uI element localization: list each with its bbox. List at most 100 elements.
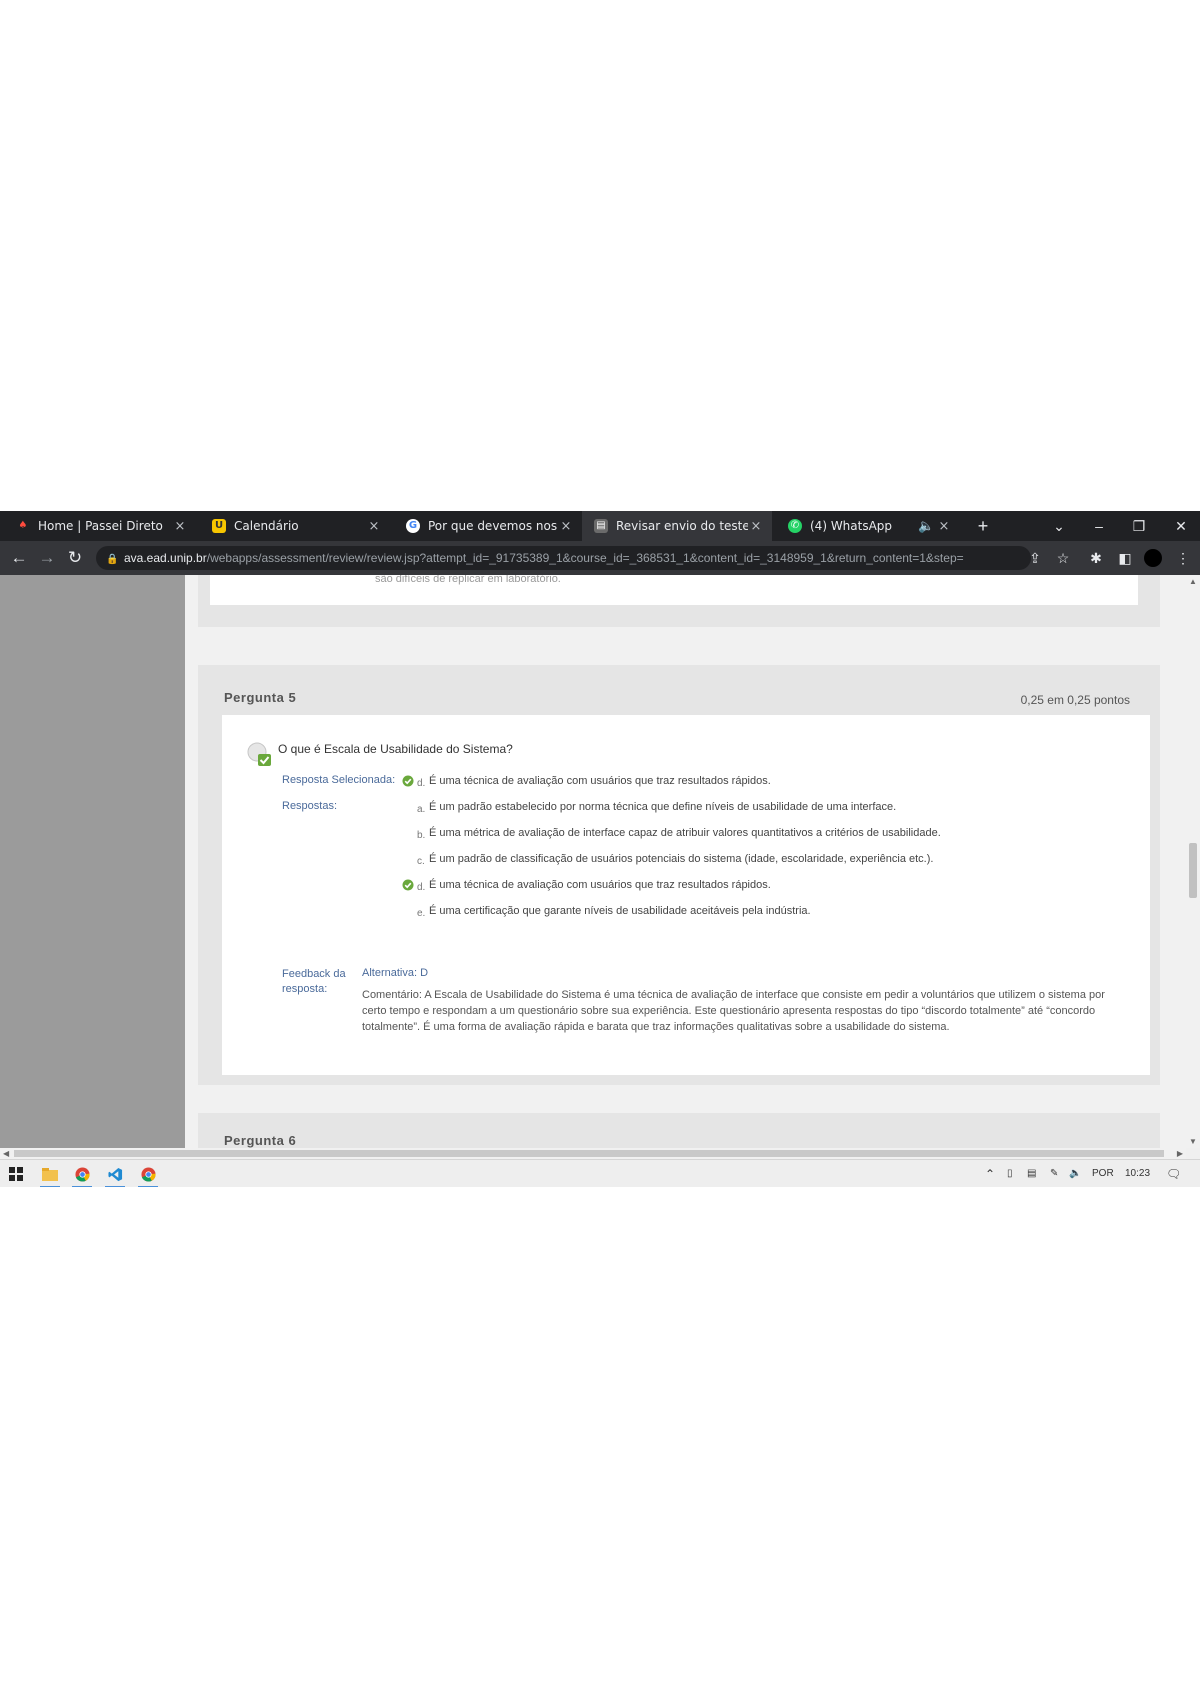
close-icon[interactable]: × (936, 519, 952, 534)
input-language[interactable]: POR (1092, 1160, 1114, 1187)
previous-feedback-tail: são difíceis de replicar em laboratório. (375, 575, 561, 585)
option-letter: d. (417, 777, 426, 789)
address-bar[interactable]: 🔒 ava.ead.unip.br/webapps/assessment/revi… (96, 546, 1031, 570)
selected-answer-label: Resposta Selecionada: (282, 774, 396, 786)
pen-icon[interactable]: ✎ (1050, 1160, 1058, 1187)
scroll-up-arrow-icon[interactable]: ▲ (1186, 577, 1200, 586)
scroll-right-arrow-icon[interactable]: ▶ (1177, 1148, 1183, 1159)
windows-taskbar: ⌃ ▯ ▤ ✎ 🔈 POR 10:23 🗨 (0, 1159, 1200, 1187)
correct-check-icon (402, 775, 414, 787)
correct-check-icon (402, 879, 414, 891)
tab-title: Por que devemos nos preoc (428, 519, 558, 533)
option-text: É um padrão de classificação de usuários… (429, 853, 934, 865)
answer-option-b: b. É uma métrica de avaliação de interfa… (402, 825, 941, 841)
feedback-label: Feedback da resposta: (282, 968, 346, 995)
page-viewport: são difíceis de replicar em laboratório.… (0, 575, 1186, 1148)
answer-option-a: a. É um padrão estabelecido por norma té… (402, 799, 896, 815)
maximize-button[interactable]: ❐ (1126, 511, 1152, 541)
back-icon[interactable]: ← (6, 541, 32, 575)
option-letter: c. (417, 855, 425, 867)
tab-title: Calendário (234, 519, 299, 533)
minimize-button[interactable]: – (1086, 511, 1112, 541)
extensions-puzzle-icon[interactable]: ✱ (1085, 541, 1107, 575)
option-text: É um padrão estabelecido por norma técni… (429, 801, 897, 813)
whatsapp-icon: ✆ (788, 519, 802, 533)
screenshot: ♠ Home | Passei Direto × U Calendário × … (0, 511, 1200, 1187)
lock-icon: 🔒 (106, 554, 119, 565)
chrome-icon[interactable] (134, 1160, 162, 1187)
close-icon[interactable]: × (172, 519, 188, 534)
review-content: são difíceis de replicar em laboratório.… (185, 575, 1186, 1148)
tab-title: (4) WhatsApp (810, 519, 893, 533)
scroll-left-arrow-icon[interactable]: ◀ (3, 1148, 9, 1159)
question-points: 0,25 em 0,25 pontos (1020, 693, 1130, 707)
tab-passei-direto[interactable]: ♠ Home | Passei Direto × (0, 511, 196, 541)
answer-option-c: c. É um padrão de classificação de usuár… (402, 851, 933, 867)
question-card: Pergunta 5 0,25 em 0,25 pontos O que é E… (198, 665, 1160, 1085)
clock-time[interactable]: 10:23 (1125, 1160, 1150, 1187)
speaker-icon[interactable]: 🔈 (918, 519, 934, 534)
tab-por-que-devemos[interactable]: G Por que devemos nos preoc × (390, 511, 582, 541)
share-icon[interactable]: ⇪ (1024, 541, 1046, 575)
course-sidebar (0, 575, 185, 1148)
browser-tabstrip: ♠ Home | Passei Direto × U Calendário × … (0, 511, 1200, 541)
scroll-thumb[interactable] (1189, 843, 1197, 898)
option-text: É uma técnica de avaliação com usuários … (429, 775, 771, 787)
scroll-down-arrow-icon[interactable]: ▼ (1186, 1137, 1200, 1146)
vertical-scrollbar[interactable]: ▲ ▼ (1186, 575, 1200, 1148)
selected-answer: d. É uma técnica de avaliação com usuári… (402, 773, 771, 789)
close-icon[interactable]: × (748, 519, 764, 534)
new-tab-button[interactable]: + (970, 511, 996, 541)
passei-direto-icon: ♠ (18, 520, 28, 531)
option-letter: a. (417, 803, 426, 815)
tab-search-icon[interactable]: ⌄ (1046, 511, 1072, 541)
question-title: Pergunta 5 (224, 690, 297, 705)
vscode-icon[interactable] (101, 1160, 129, 1187)
volume-icon[interactable]: 🔈 (1069, 1160, 1081, 1187)
previous-question-card: são difíceis de replicar em laboratório. (198, 575, 1160, 627)
option-text: É uma certificação que garante níveis de… (429, 905, 811, 917)
answer-option-e: e. É uma certificação que garante níveis… (402, 903, 811, 919)
tab-revisar-envio[interactable]: ▤ Revisar envio do teste: QUES × (582, 511, 772, 541)
tray-chevron-icon[interactable]: ⌃ (985, 1160, 995, 1187)
horizontal-scrollbar[interactable]: ◀ ▶ (0, 1148, 1186, 1159)
google-icon: G (406, 519, 420, 533)
file-explorer-icon[interactable] (36, 1160, 64, 1187)
option-text: É uma métrica de avaliação de interface … (429, 827, 941, 839)
tab-whatsapp[interactable]: ✆ (4) WhatsApp 🔈 × (772, 511, 960, 541)
feedback-comment: Comentário: A Escala de Usabilidade do S… (362, 989, 1105, 1033)
option-letter: d. (417, 881, 426, 893)
answers-label: Respostas: (282, 800, 338, 812)
side-panel-icon[interactable]: ◧ (1114, 541, 1136, 575)
browser-toolbar: ← → ↻ 🔒 ava.ead.unip.br/webapps/assessmen… (0, 541, 1200, 575)
calendar-u-icon: U (212, 519, 226, 533)
network-icon[interactable]: ▤ (1027, 1160, 1036, 1187)
answer-option-d: d. É uma técnica de avaliação com usuári… (402, 877, 771, 893)
reload-icon[interactable]: ↻ (62, 541, 88, 575)
url-host: ava.ead.unip.br (124, 551, 207, 565)
notification-icon[interactable]: 🗨 (1166, 1160, 1181, 1187)
option-letter: b. (417, 829, 426, 841)
tab-title: Home | Passei Direto (38, 519, 163, 533)
close-window-button[interactable]: ✕ (1166, 511, 1196, 541)
close-icon[interactable]: × (558, 519, 574, 534)
scroll-thumb[interactable] (14, 1150, 1164, 1157)
question-text: O que é Escala de Usabilidade do Sistema… (278, 742, 513, 756)
forward-icon[interactable]: → (34, 541, 60, 575)
tab-calendario[interactable]: U Calendário × (196, 511, 390, 541)
chrome-icon[interactable] (68, 1160, 96, 1187)
bookmark-star-icon[interactable]: ☆ (1052, 541, 1074, 575)
question-correct-icon (247, 742, 271, 766)
question-body: O que é Escala de Usabilidade do Sistema… (222, 715, 1150, 1075)
url-path: /webapps/assessment/review/review.jsp?at… (206, 551, 964, 565)
feedback-answer: Alternativa: D (362, 967, 429, 979)
profile-avatar[interactable] (1144, 549, 1162, 567)
close-icon[interactable]: × (366, 519, 382, 534)
menu-kebab-icon[interactable]: ⋮ (1172, 541, 1194, 575)
blackboard-icon: ▤ (594, 519, 608, 533)
option-text: É uma técnica de avaliação com usuários … (429, 879, 771, 891)
tab-title: Revisar envio do teste: QUES (616, 519, 748, 533)
question-title: Pergunta 6 (224, 1133, 297, 1148)
windows-start-icon[interactable] (2, 1160, 30, 1187)
battery-icon[interactable]: ▯ (1007, 1160, 1013, 1187)
